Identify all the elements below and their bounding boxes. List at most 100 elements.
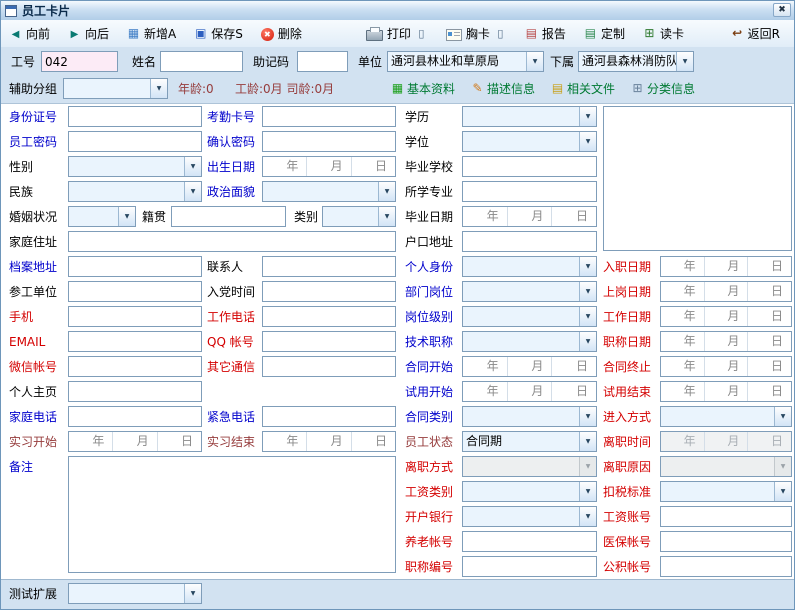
- delete-button[interactable]: 删除: [261, 25, 302, 42]
- party_join_date-input[interactable]: [262, 281, 396, 302]
- aux-group-combo[interactable]: [63, 78, 168, 99]
- save-button[interactable]: 保存S: [194, 25, 243, 42]
- readcard-button[interactable]: 读卡: [643, 25, 684, 42]
- dept_position-combo[interactable]: [462, 281, 597, 302]
- note-textarea[interactable]: [68, 456, 396, 573]
- first_work_unit-input[interactable]: [68, 281, 202, 302]
- home_address-input[interactable]: [68, 231, 396, 252]
- post_date-date[interactable]: 年月日: [660, 281, 792, 302]
- salary_type-dropdown-icon[interactable]: [579, 482, 596, 501]
- tab-classification[interactable]: 分类信息: [631, 80, 695, 97]
- marital-dropdown-icon[interactable]: [118, 207, 135, 226]
- entry_method-combo[interactable]: [660, 406, 792, 427]
- work_date-date[interactable]: 年月日: [660, 306, 792, 327]
- contract_start-date[interactable]: 年月日: [462, 356, 597, 377]
- position_level-combo[interactable]: [462, 306, 597, 327]
- mnemonic-input[interactable]: [297, 51, 348, 72]
- wechat_account-input[interactable]: [68, 356, 202, 377]
- ethnicity-combo[interactable]: [68, 181, 202, 202]
- title_number-input[interactable]: [462, 556, 597, 577]
- tax_standard-combo[interactable]: [660, 481, 792, 502]
- birth_date-date[interactable]: 年月日: [262, 156, 396, 177]
- bank-combo[interactable]: [462, 506, 597, 527]
- major-input[interactable]: [462, 181, 597, 202]
- subordinate-combo[interactable]: 通河县森林消防队: [578, 51, 694, 72]
- unit-dropdown-icon[interactable]: [526, 52, 543, 71]
- contact_person-input[interactable]: [262, 256, 396, 277]
- position_level-dropdown-icon[interactable]: [579, 307, 596, 326]
- marital-combo[interactable]: [68, 206, 136, 227]
- category-dropdown-icon[interactable]: [378, 207, 395, 226]
- hire_date-date[interactable]: 年月日: [660, 256, 792, 277]
- attendance_card-input[interactable]: [262, 106, 396, 127]
- tech_title-dropdown-icon[interactable]: [579, 332, 596, 351]
- emp-no-input[interactable]: [41, 51, 118, 72]
- contract_end-date[interactable]: 年月日: [660, 356, 792, 377]
- tab-description[interactable]: 描述信息: [471, 80, 535, 97]
- tech_title-combo[interactable]: [462, 331, 597, 352]
- probation_start-date[interactable]: 年月日: [462, 381, 597, 402]
- native_place-input[interactable]: [171, 206, 286, 227]
- fund_account-input[interactable]: [660, 556, 792, 577]
- confirm_password-input[interactable]: [262, 131, 396, 152]
- print-button[interactable]: 打印: [366, 25, 428, 42]
- work_phone-input[interactable]: [262, 306, 396, 327]
- category-combo[interactable]: [322, 206, 396, 227]
- gender-dropdown-icon[interactable]: [184, 157, 201, 176]
- pension_account-input[interactable]: [462, 531, 597, 552]
- education-combo[interactable]: [462, 106, 597, 127]
- medical_account-input[interactable]: [660, 531, 792, 552]
- personal_identity-dropdown-icon[interactable]: [579, 257, 596, 276]
- prev-button[interactable]: 向前: [9, 25, 50, 42]
- id_card-input[interactable]: [68, 106, 202, 127]
- entry_method-dropdown-icon[interactable]: [774, 407, 791, 426]
- degree-combo[interactable]: [462, 131, 597, 152]
- emp_password-input[interactable]: [68, 131, 202, 152]
- report-button[interactable]: 报告: [525, 25, 566, 42]
- customize-button[interactable]: 定制: [584, 25, 625, 42]
- close-icon[interactable]: [773, 3, 791, 17]
- contract_type-dropdown-icon[interactable]: [579, 407, 596, 426]
- badge-button[interactable]: 胸卡: [446, 25, 507, 42]
- next-button[interactable]: 向后: [68, 25, 109, 42]
- new-button[interactable]: 新增A: [127, 25, 176, 42]
- aux-group-dropdown-icon[interactable]: [150, 79, 167, 98]
- degree-dropdown-icon[interactable]: [579, 132, 596, 151]
- emergency_phone-input[interactable]: [262, 406, 396, 427]
- gender-combo[interactable]: [68, 156, 202, 177]
- unit-combo[interactable]: 通河县林业和草原局: [387, 51, 544, 72]
- other_comm-input[interactable]: [262, 356, 396, 377]
- test_ext-dropdown-icon[interactable]: [184, 584, 201, 603]
- probation_end-date[interactable]: 年月日: [660, 381, 792, 402]
- grad_school-input[interactable]: [462, 156, 597, 177]
- intern_start-date[interactable]: 年月日: [68, 431, 202, 452]
- archive_address-input[interactable]: [68, 256, 202, 277]
- ethnicity-dropdown-icon[interactable]: [184, 182, 201, 201]
- subordinate-dropdown-icon[interactable]: [676, 52, 693, 71]
- tab-basic_info[interactable]: 基本资料: [391, 80, 455, 97]
- political_status-combo[interactable]: [262, 181, 396, 202]
- salary_account-input[interactable]: [660, 506, 792, 527]
- education-dropdown-icon[interactable]: [579, 107, 596, 126]
- salary_type-combo[interactable]: [462, 481, 597, 502]
- home_phone-input[interactable]: [68, 406, 202, 427]
- tab-related_files[interactable]: 相关文件: [551, 80, 615, 97]
- name-input[interactable]: [160, 51, 243, 72]
- grad_date-date[interactable]: 年月日: [462, 206, 597, 227]
- tax_standard-dropdown-icon[interactable]: [774, 482, 791, 501]
- contract_type-combo[interactable]: [462, 406, 597, 427]
- political_status-dropdown-icon[interactable]: [378, 182, 395, 201]
- qq_account-input[interactable]: [262, 331, 396, 352]
- dept_position-dropdown-icon[interactable]: [579, 282, 596, 301]
- intern_end-date[interactable]: 年月日: [262, 431, 396, 452]
- email-input[interactable]: [68, 331, 202, 352]
- personal_homepage-input[interactable]: [68, 381, 202, 402]
- emp_status-combo[interactable]: 合同期: [462, 431, 597, 452]
- mobile-input[interactable]: [68, 306, 202, 327]
- hukou_address-input[interactable]: [462, 231, 597, 252]
- emp_status-dropdown-icon[interactable]: [579, 432, 596, 451]
- personal_identity-combo[interactable]: [462, 256, 597, 277]
- title_date-date[interactable]: 年月日: [660, 331, 792, 352]
- return-button[interactable]: 返回R: [731, 25, 780, 42]
- test_ext-combo[interactable]: [68, 583, 202, 604]
